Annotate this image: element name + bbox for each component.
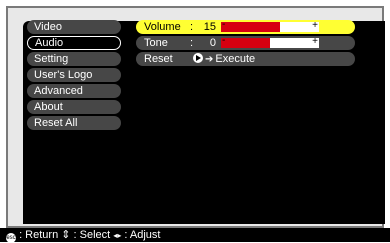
volume-slider[interactable]: - + bbox=[221, 19, 319, 32]
reset-row[interactable]: Reset ➔ Execute bbox=[136, 52, 355, 66]
volume-colon: : bbox=[190, 21, 194, 33]
execute-label: Execute bbox=[215, 53, 256, 65]
menu-item-advanced[interactable]: Advanced bbox=[27, 84, 121, 98]
return-hint: : Return bbox=[19, 229, 59, 241]
updown-icon: ⇕ bbox=[61, 229, 71, 241]
adjust-hint: : Adjust bbox=[124, 229, 161, 241]
tone-row[interactable]: Tone : 0 - + bbox=[136, 35, 355, 50]
tone-slider[interactable]: - + bbox=[221, 35, 319, 48]
tone-value: 0 bbox=[209, 37, 216, 49]
volume-row[interactable]: Volume : 15 - + bbox=[136, 19, 355, 34]
leftright-icon: ◂▸ bbox=[113, 231, 122, 240]
volume-value: 15 bbox=[203, 21, 216, 33]
execute-action[interactable]: ➔ Execute bbox=[193, 52, 255, 67]
tone-colon: : bbox=[190, 37, 194, 49]
select-hint: : Select bbox=[73, 229, 111, 241]
menu-item-video[interactable]: Video bbox=[27, 20, 121, 34]
menu-item-about[interactable]: About bbox=[27, 100, 121, 114]
menu-item-reset-all[interactable]: Reset All bbox=[27, 116, 121, 130]
volume-slider-fill bbox=[221, 22, 280, 32]
minus-icon: - bbox=[222, 19, 226, 30]
plus-icon: + bbox=[312, 36, 318, 47]
volume-label: Volume bbox=[144, 21, 181, 33]
audio-submenu: Volume : 15 - + Tone : 0 - + Reset ➔ Exec… bbox=[136, 19, 355, 68]
minus-icon: - bbox=[222, 35, 226, 46]
menu-item-setting[interactable]: Setting bbox=[27, 52, 121, 66]
plus-icon: + bbox=[312, 20, 318, 31]
menu-item-audio[interactable]: Audio bbox=[27, 36, 121, 50]
help-bar: esc : Return ⇕ : Select ◂▸ : Adjust bbox=[0, 228, 390, 243]
arrow-right-icon: ➔ bbox=[205, 54, 214, 65]
tone-slider-fill bbox=[221, 38, 270, 48]
main-menu: Video Audio Setting User's Logo Advanced… bbox=[27, 20, 121, 132]
menu-item-users-logo[interactable]: User's Logo bbox=[27, 68, 121, 82]
tone-label: Tone bbox=[144, 37, 168, 49]
reset-label: Reset bbox=[144, 53, 173, 65]
enter-icon bbox=[193, 53, 203, 63]
